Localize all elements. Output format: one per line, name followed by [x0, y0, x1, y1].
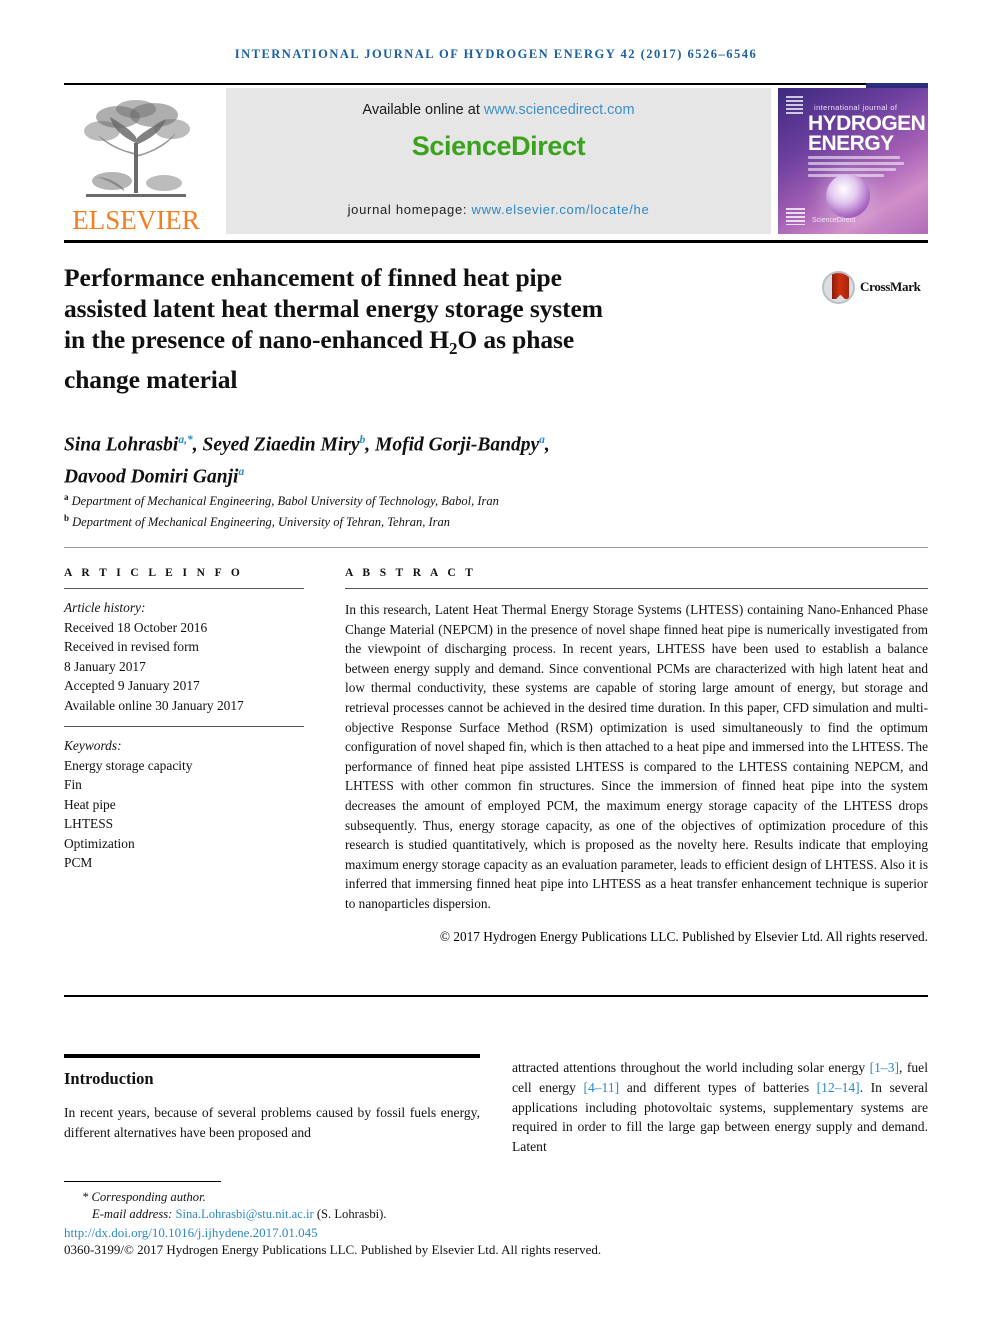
- affiliation-a-text: Department of Mechanical Engineering, Ba…: [71, 494, 499, 509]
- keywords-label: Keywords:: [64, 738, 122, 753]
- title-line-4: change material: [64, 365, 238, 395]
- doi-link[interactable]: http://dx.doi.org/10.1016/j.ijhydene.201…: [64, 1224, 944, 1241]
- author-2: Seyed Ziaedin Miry: [202, 434, 360, 456]
- affiliation-a: a Department of Mechanical Engineering, …: [64, 489, 784, 510]
- history-item: Available online 30 January 2017: [64, 697, 244, 713]
- author-4: Davood Domiri Ganji: [64, 466, 239, 487]
- sciencedirect-link[interactable]: www.sciencedirect.com: [484, 102, 635, 118]
- author-3: Mofid Gorji-Bandpy: [375, 434, 540, 456]
- email-suffix: (S. Lohrasbi).: [313, 1207, 387, 1222]
- cover-title-line2: ENERGY: [808, 132, 894, 155]
- citation-ref-1[interactable]: [1–3]: [870, 1060, 899, 1075]
- title-line-1: Performance enhancement of finned heat p…: [64, 263, 562, 292]
- intro-right-c: and different types of batteries: [619, 1079, 817, 1095]
- sciencedirect-wordmark: ScienceDirect: [411, 131, 586, 161]
- journal-homepage-line: journal homepage: www.elsevier.com/locat…: [348, 202, 650, 217]
- cover-sciencedirect-mark: ScienceDirect: [812, 217, 856, 224]
- affiliation-list: a Department of Mechanical Engineering, …: [64, 489, 784, 531]
- history-item: Received in revised form: [64, 639, 199, 654]
- author-2-affiliation-marker[interactable]: b: [360, 434, 366, 446]
- available-online-line: Available online at www.sciencedirect.co…: [362, 102, 634, 118]
- intro-paragraph-left: In recent years, because of several prob…: [64, 1105, 480, 1140]
- journal-homepage-link[interactable]: www.elsevier.com/locate/he: [472, 202, 650, 217]
- article-info-column: A R T I C L E I N F O Article history: R…: [64, 567, 304, 873]
- email-label: E-mail address:: [92, 1207, 176, 1222]
- title-line-3b: O as phase: [457, 325, 575, 354]
- affiliation-a-marker: a: [64, 492, 69, 502]
- author-list: Sina Lohrasbia,*, Seyed Ziaedin Miryb, M…: [64, 434, 550, 487]
- intro-heading: Introduction: [64, 1069, 154, 1088]
- keywords-rule: [64, 726, 304, 727]
- article-title: Performance enhancement of finned heat p…: [64, 262, 764, 395]
- citation-ref-3[interactable]: [12–14]: [817, 1080, 860, 1095]
- history-item: Accepted 9 January 2017: [64, 678, 200, 693]
- article-info-rule: [64, 588, 304, 589]
- intro-column-left: Introduction In recent years, because of…: [64, 1054, 480, 1143]
- cover-orb-graphic: [826, 174, 870, 218]
- cover-bottom-mark-icon: [786, 208, 805, 225]
- page-footer: * Corresponding author. E-mail address: …: [64, 1189, 944, 1259]
- keyword-item[interactable]: LHTESS: [64, 814, 304, 834]
- article-info-heading: A R T I C L E I N F O: [64, 567, 244, 579]
- cover-elsevier-mark-icon: [786, 96, 803, 116]
- abstract-bottom-rule: [64, 995, 928, 997]
- affiliation-b-text: Department of Mechanical Engineering, Un…: [72, 515, 450, 530]
- affiliation-b-marker: b: [64, 513, 70, 524]
- abstract-text: In this research, Latent Heat Thermal En…: [345, 602, 928, 911]
- crossmark-badge[interactable]: CrossMark: [822, 266, 928, 308]
- author-4-affiliation-marker[interactable]: a: [238, 466, 244, 478]
- running-head: INTERNATIONAL JOURNAL OF HYDROGEN ENERGY…: [234, 47, 758, 61]
- elsevier-logo: ELSEVIER: [64, 88, 208, 234]
- email-line: E-mail address: Sina.Lohrasbi@stu.nit.ac…: [64, 1206, 944, 1223]
- article-history-label: Article history:: [64, 600, 146, 615]
- abstract-rule: [345, 588, 928, 589]
- title-line-3a: in the presence of nano-enhanced H: [64, 325, 450, 354]
- intro-heading-rule: [64, 1054, 480, 1058]
- top-rule: [64, 83, 866, 85]
- author-1-affiliation-marker[interactable]: a,*: [178, 434, 192, 446]
- email-link[interactable]: Sina.Lohrasbi@stu.nit.ac.ir: [175, 1207, 313, 1221]
- keyword-item[interactable]: Optimization: [64, 834, 304, 854]
- elsevier-tree-icon: [84, 100, 190, 197]
- masthead-bottom-rule: [64, 240, 928, 243]
- journal-homepage-prefix: journal homepage:: [347, 202, 472, 217]
- page-title: Performance enhancement of finned heat p…: [64, 262, 764, 395]
- abstract-column: A B S T R A C T In this research, Latent…: [345, 567, 928, 946]
- author-3-affiliation-marker[interactable]: a: [539, 434, 545, 446]
- abstract-heading: A B S T R A C T: [345, 567, 477, 579]
- keyword-item[interactable]: PCM: [64, 853, 304, 873]
- keyword-item[interactable]: Fin: [64, 775, 304, 795]
- crossmark-icon: [822, 270, 855, 304]
- keywords-block: Keywords: Energy storage capacity Fin He…: [64, 736, 304, 873]
- article-history-block: Article history: Received 18 October 201…: [64, 598, 304, 715]
- keyword-item[interactable]: Heat pipe: [64, 795, 304, 815]
- history-item: 8 January 2017: [64, 658, 146, 674]
- elsevier-wordmark: ELSEVIER: [72, 205, 200, 235]
- abstract-copyright: © 2017 Hydrogen Energy Publications LLC.…: [439, 928, 928, 944]
- masthead: ELSEVIER Available online at www.science…: [64, 88, 928, 234]
- section-divider-rule: [64, 547, 928, 548]
- keyword-item[interactable]: Energy storage capacity: [64, 756, 304, 776]
- intro-column-right: attracted attentions throughout the worl…: [512, 1058, 928, 1157]
- intro-paragraph-right: attracted attentions throughout the worl…: [512, 1058, 928, 1157]
- crossmark-label: CrossMark: [860, 279, 921, 294]
- footnote-rule: [64, 1181, 221, 1182]
- affiliation-b: b Department of Mechanical Engineering, …: [64, 510, 784, 531]
- cover-title-line1: HYDROGEN: [808, 112, 926, 135]
- citation-ref-2[interactable]: [4–11]: [583, 1080, 619, 1095]
- title-line-2: assisted latent heat thermal energy stor…: [64, 294, 603, 323]
- issn-copyright-line: 0360-3199/© 2017 Hydrogen Energy Publica…: [64, 1242, 602, 1258]
- article-page: INTERNATIONAL JOURNAL OF HYDROGEN ENERGY…: [0, 0, 992, 1323]
- author-1: Sina Lohrasbi: [64, 434, 179, 456]
- sciencedirect-banner: Available online at www.sciencedirect.co…: [226, 88, 771, 234]
- available-online-prefix: Available online at: [362, 102, 484, 118]
- corresponding-author-note: * Corresponding author.: [64, 1189, 944, 1206]
- corresponding-author-text: * Corresponding author.: [82, 1190, 206, 1204]
- cover-subtitle: international journal of: [814, 103, 898, 112]
- intro-right-a: attracted attentions throughout the worl…: [512, 1060, 870, 1075]
- history-item: Received 18 October 2016: [64, 619, 208, 635]
- journal-cover-thumbnail: international journal of HYDROGEN ENERGY…: [778, 88, 928, 234]
